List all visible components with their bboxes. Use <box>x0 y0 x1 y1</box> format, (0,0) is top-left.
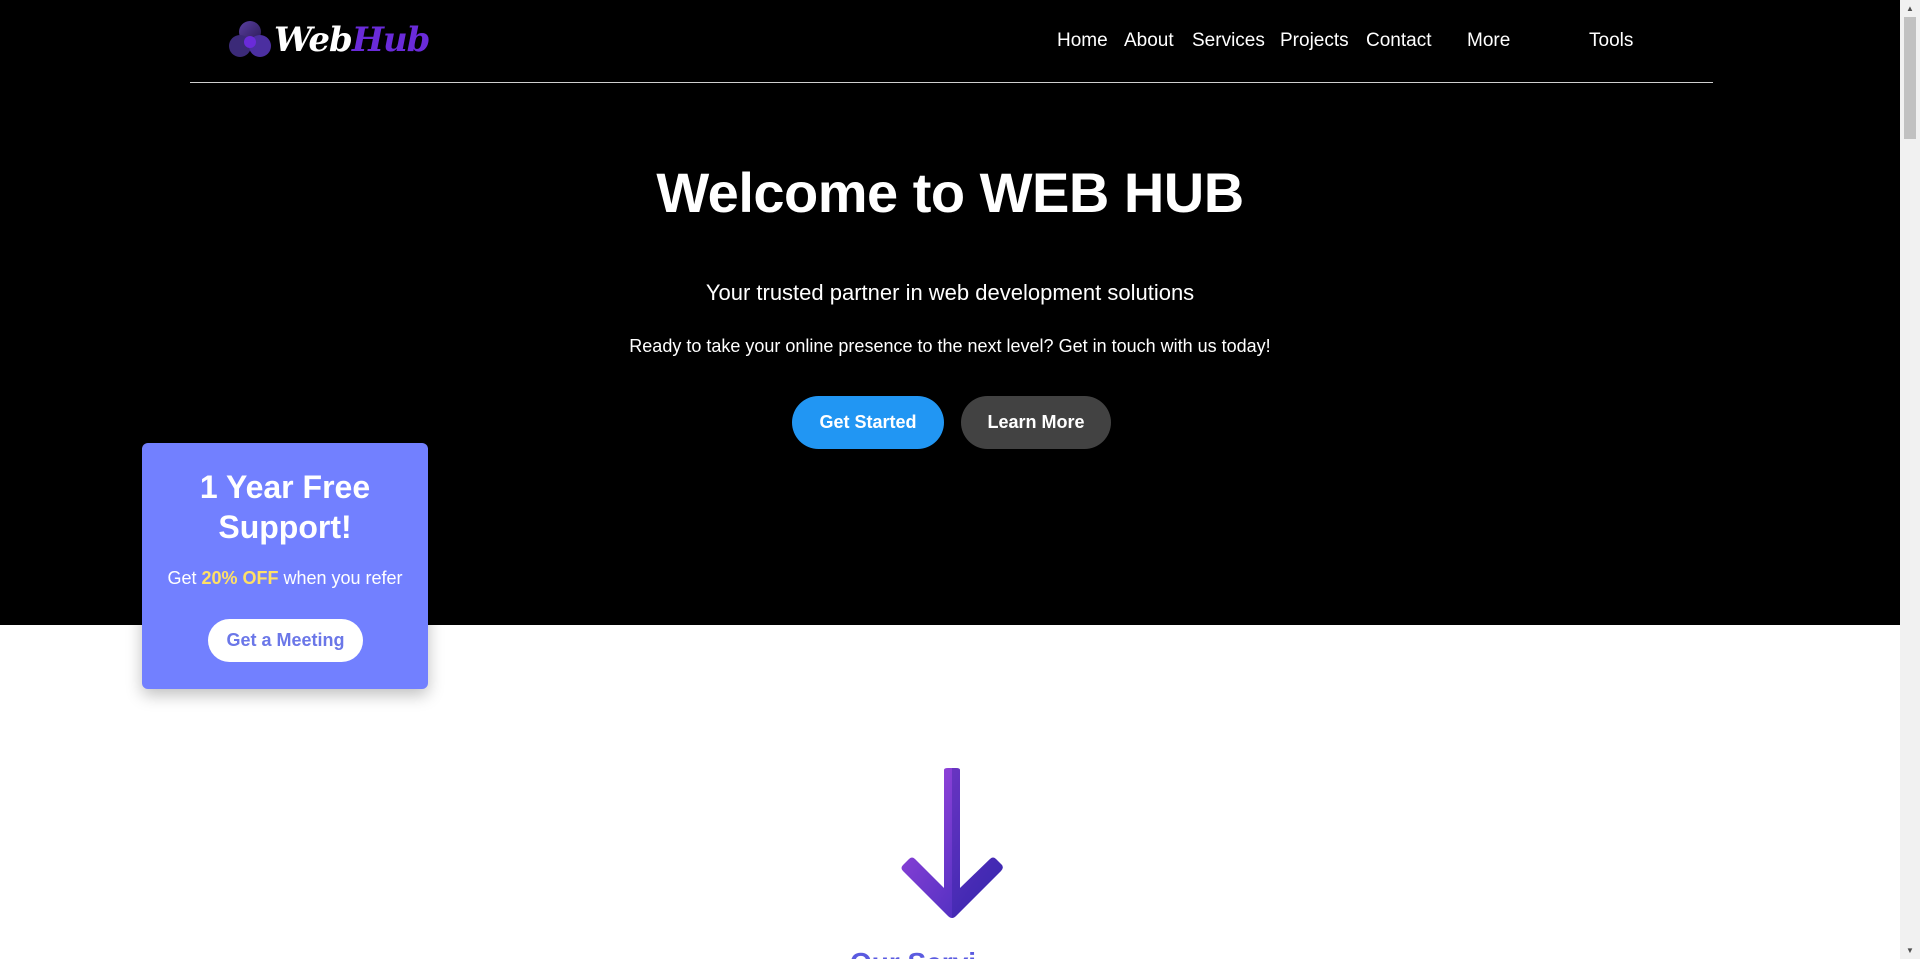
get-meeting-button[interactable]: Get a Meeting <box>208 619 363 662</box>
section-heading-partial: Our Servi... <box>850 948 1050 959</box>
nav-more[interactable]: More <box>1467 26 1510 56</box>
nav-home[interactable]: Home <box>1057 26 1108 56</box>
nav-contact[interactable]: Contact <box>1366 26 1431 56</box>
hero-tagline: Ready to take your online presence to th… <box>629 336 1271 356</box>
scroll-up-icon[interactable]: ▲ <box>1900 0 1920 17</box>
get-started-button[interactable]: Get Started <box>792 396 944 449</box>
promo-card: 1 Year Free Support! Get 20% OFF when yo… <box>142 443 428 689</box>
promo-text-after: when you refer <box>278 568 403 588</box>
promo-title: 1 Year Free Support! <box>199 469 371 545</box>
promo-text: Get 20% OFF when you refer <box>142 565 428 591</box>
hero-subtitle: Your trusted partner in web development … <box>705 280 1195 305</box>
nav-links: Home About Services Projects Contact Mor… <box>190 26 1713 56</box>
promo-discount: 20% OFF <box>201 568 279 588</box>
hero-title: Welcome to WEB HUB <box>656 161 1244 224</box>
learn-more-button[interactable]: Learn More <box>961 396 1111 449</box>
navbar: WebHub Home About Services Projects Cont… <box>190 0 1713 83</box>
nav-projects[interactable]: Projects <box>1280 26 1349 56</box>
promo-text-before: Get <box>167 568 202 588</box>
arrow-down-icon <box>901 768 1003 918</box>
scrollbar[interactable]: ▲ ▼ <box>1900 0 1920 959</box>
scroll-down-icon[interactable]: ▼ <box>1900 942 1920 959</box>
page: WebHub Home About Services Projects Cont… <box>0 0 1900 959</box>
nav-services[interactable]: Services <box>1192 26 1265 56</box>
nav-about[interactable]: About <box>1124 26 1174 56</box>
scroll-thumb[interactable] <box>1904 17 1916 139</box>
nav-tools[interactable]: Tools <box>1589 26 1633 56</box>
